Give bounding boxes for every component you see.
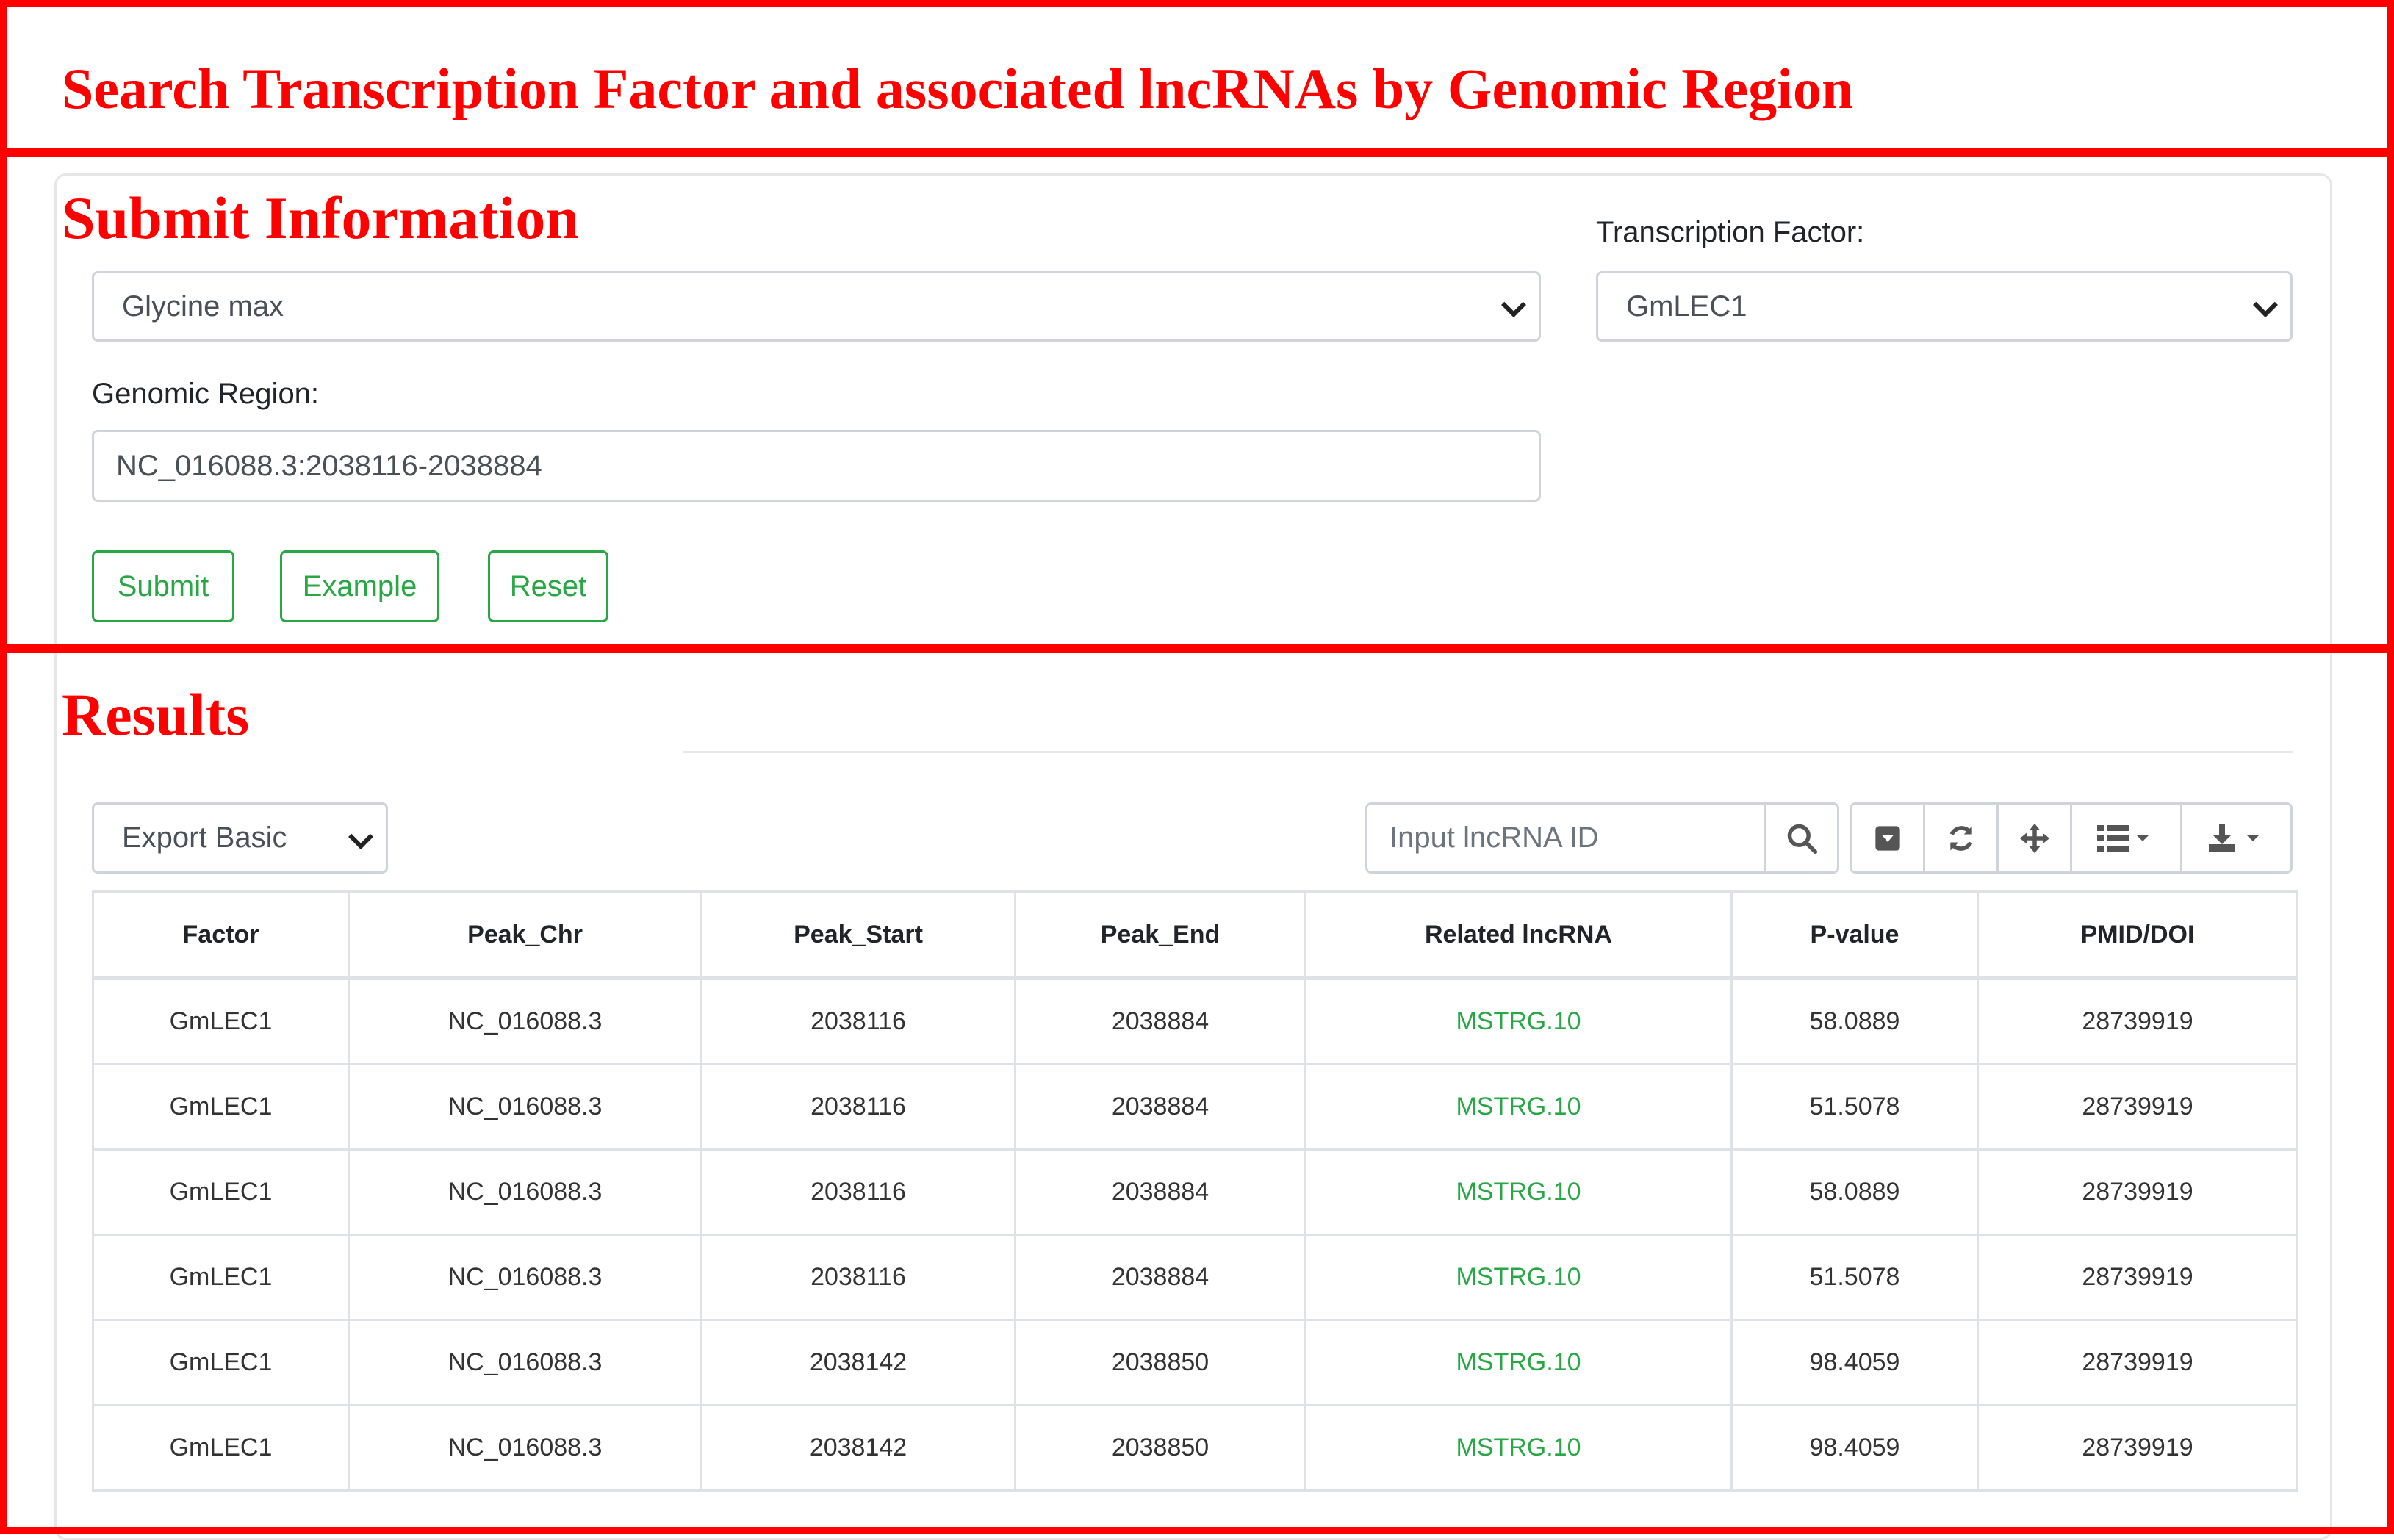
search-placeholder: Input lncRNA ID	[1390, 821, 1599, 854]
cell-peak-start: 2038142	[700, 1404, 1016, 1492]
cell-peak-end: 2038850	[1014, 1404, 1306, 1492]
cell-pmid: 28739919	[1977, 977, 2298, 1065]
example-button[interactable]: Example	[280, 550, 439, 622]
cell-peak-end: 2038884	[1014, 977, 1306, 1065]
table-row: GmLEC1 NC_016088.3 2038116 2038884 MSTRG…	[92, 1063, 2298, 1151]
reset-button[interactable]: Reset	[488, 550, 608, 622]
cell-p-value: 98.4059	[1730, 1319, 1979, 1406]
cell-peak-start: 2038116	[700, 1148, 1016, 1236]
cell-factor: GmLEC1	[92, 1319, 350, 1406]
cell-factor: GmLEC1	[92, 1063, 350, 1151]
cell-pmid: 28739919	[1977, 1063, 2298, 1151]
search-icon	[1787, 824, 1817, 854]
cell-peak-end: 2038884	[1014, 1148, 1306, 1236]
chevron-down-icon	[1501, 292, 1526, 317]
results-table: Factor Peak_Chr Peak_Start Peak_End Rela…	[92, 890, 2298, 1492]
submit-section-title: Submit Information	[62, 184, 597, 253]
fullscreen-button[interactable]	[1996, 802, 2072, 874]
cell-peak-chr: NC_016088.3	[348, 977, 702, 1065]
lncrna-link[interactable]: MSTRG.10	[1304, 1234, 1733, 1321]
lncrna-link[interactable]: MSTRG.10	[1304, 1063, 1733, 1151]
cell-peak-end: 2038884	[1014, 1063, 1306, 1151]
cell-pmid: 28739919	[1977, 1148, 2298, 1236]
column-header-peak-end[interactable]: Peak_End	[1014, 890, 1306, 980]
cell-factor: GmLEC1	[92, 1404, 350, 1492]
download-icon	[2208, 823, 2259, 852]
search-button[interactable]	[1764, 802, 1839, 874]
cell-p-value: 58.0889	[1730, 977, 1979, 1065]
refresh-icon	[1949, 825, 1972, 851]
lncrna-search-input[interactable]: Input lncRNA ID	[1365, 802, 1766, 874]
cell-factor: GmLEC1	[92, 977, 350, 1065]
cell-peak-end: 2038884	[1014, 1234, 1306, 1321]
cell-factor: GmLEC1	[92, 1234, 350, 1321]
cell-peak-chr: NC_016088.3	[348, 1404, 702, 1492]
cell-p-value: 51.5078	[1730, 1234, 1979, 1321]
table-header-row: Factor Peak_Chr Peak_Start Peak_End Rela…	[92, 890, 2298, 980]
cell-peak-chr: NC_016088.3	[348, 1319, 702, 1406]
cell-peak-start: 2038116	[700, 1063, 1016, 1151]
cell-p-value: 51.5078	[1730, 1063, 1979, 1151]
species-select-value: Glycine max	[122, 289, 284, 323]
cell-p-value: 58.0889	[1730, 1148, 1979, 1236]
lncrna-link[interactable]: MSTRG.10	[1304, 977, 1733, 1065]
cell-pmid: 28739919	[1977, 1319, 2298, 1406]
cell-peak-start: 2038116	[700, 1234, 1016, 1321]
tf-select-value: GmLEC1	[1626, 289, 1747, 323]
cell-peak-start: 2038142	[700, 1319, 1016, 1406]
chevron-down-icon	[2253, 292, 2278, 317]
cell-peak-start: 2038116	[700, 977, 1016, 1065]
column-header-pmid-doi[interactable]: PMID/DOI	[1977, 890, 2298, 980]
cell-pmid: 28739919	[1977, 1234, 2298, 1321]
fullscreen-icon	[2019, 823, 2049, 853]
lncrna-link[interactable]: MSTRG.10	[1304, 1319, 1733, 1406]
tf-select[interactable]: GmLEC1	[1596, 271, 2293, 342]
results-section-title: Results	[62, 680, 267, 749]
cell-pmid: 28739919	[1977, 1404, 2298, 1492]
table-row: GmLEC1 NC_016088.3 2038116 2038884 MSTRG…	[92, 1148, 2298, 1236]
cell-factor: GmLEC1	[92, 1148, 350, 1236]
lncrna-link[interactable]: MSTRG.10	[1304, 1148, 1733, 1236]
cell-peak-chr: NC_016088.3	[348, 1234, 702, 1321]
chevron-down-icon	[348, 824, 373, 849]
column-header-p-value[interactable]: P-value	[1730, 890, 1979, 980]
cell-peak-chr: NC_016088.3	[348, 1063, 702, 1151]
region-input[interactable]: NC_016088.3:2038116-2038884	[92, 430, 1541, 502]
table-row: GmLEC1 NC_016088.3 2038116 2038884 MSTRG…	[92, 1234, 2298, 1321]
columns-button[interactable]	[2070, 802, 2182, 874]
table-row: GmLEC1 NC_016088.3 2038142 2038850 MSTRG…	[92, 1404, 2298, 1492]
export-select[interactable]: Export Basic	[92, 802, 388, 874]
region-label: Genomic Region:	[92, 378, 320, 410]
tf-label: Transcription Factor:	[1596, 216, 1865, 248]
cell-peak-end: 2038850	[1014, 1319, 1306, 1406]
toggle-icon	[1874, 825, 1900, 851]
column-header-factor[interactable]: Factor	[92, 890, 350, 980]
submit-button[interactable]: Submit	[92, 550, 234, 622]
cell-p-value: 98.4059	[1730, 1404, 1979, 1492]
column-header-related-lncrna[interactable]: Related lncRNA	[1304, 890, 1733, 980]
columns-icon	[2096, 824, 2149, 852]
table-row: GmLEC1 NC_016088.3 2038142 2038850 MSTRG…	[92, 1319, 2298, 1406]
toggle-view-button[interactable]	[1850, 802, 1925, 874]
region-input-value: NC_016088.3:2038116-2038884	[116, 449, 542, 482]
species-select[interactable]: Glycine max	[92, 271, 1541, 342]
column-header-peak-chr[interactable]: Peak_Chr	[348, 890, 702, 980]
column-header-peak-start[interactable]: Peak_Start	[700, 890, 1016, 980]
download-button[interactable]	[2180, 802, 2293, 874]
export-select-value: Export Basic	[122, 821, 287, 854]
cell-peak-chr: NC_016088.3	[348, 1148, 702, 1236]
page-title: Search Transcription Factor and associat…	[62, 56, 1872, 122]
table-row: GmLEC1 NC_016088.3 2038116 2038884 MSTRG…	[92, 977, 2298, 1065]
lncrna-link[interactable]: MSTRG.10	[1304, 1404, 1733, 1492]
refresh-button[interactable]	[1923, 802, 1999, 874]
